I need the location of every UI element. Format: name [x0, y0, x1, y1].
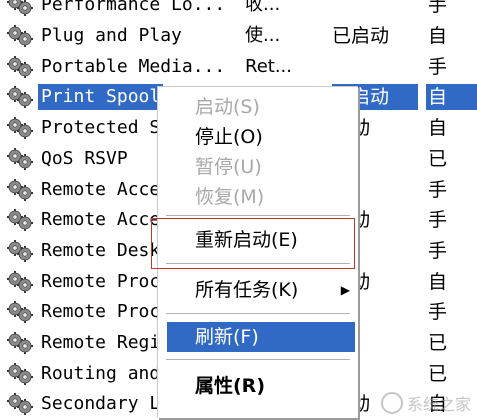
gear-icon — [6, 85, 34, 109]
service-startup-type: 已 — [428, 332, 448, 355]
service-name: QoS RSVP — [41, 147, 128, 169]
menu-item-properties[interactable]: 属性(R) — [158, 371, 358, 401]
gear-icon — [6, 147, 34, 171]
watermark-text: 系统之家 — [406, 395, 471, 414]
service-name: Remote Proc — [41, 301, 161, 323]
service-description: 收... — [245, 0, 281, 16]
menu-item-start[interactable]: 启动(S) — [158, 92, 358, 122]
gear-icon — [6, 208, 34, 232]
service-startup-type: 自 — [428, 117, 448, 140]
gear-icon — [6, 362, 34, 386]
service-name: Plug and Play — [41, 25, 182, 47]
context-menu: 启动(S) 停止(O) 暂停(U) 恢复(M) 重新启动(E) 所有任务(K) … — [157, 86, 358, 418]
service-name: Routing and — [41, 362, 161, 384]
watermark-logo-icon — [380, 392, 403, 414]
service-status: 已启动 — [332, 25, 390, 48]
menu-separator — [166, 313, 350, 314]
service-startup-type: 手 — [428, 209, 448, 232]
menu-item-pause[interactable]: 暂停(U) — [158, 152, 358, 182]
service-startup-type: 手 — [428, 55, 448, 78]
gear-icon — [6, 331, 34, 355]
service-startup-type: 手 — [428, 301, 448, 324]
service-description: 使... — [245, 25, 281, 47]
service-name: Portable Media... — [41, 55, 226, 77]
service-row[interactable]: Plug and Play 使... 已启动 自 — [0, 21, 477, 52]
gear-icon — [6, 116, 34, 140]
service-startup-type: 自 — [428, 270, 448, 293]
menu-item-restart[interactable]: 重新启动(E) — [158, 225, 358, 255]
gear-icon — [6, 270, 34, 294]
menu-item-all-tasks[interactable]: 所有任务(K) ▶ — [158, 275, 358, 305]
service-status — [332, 54, 418, 80]
service-name: Print Spool — [38, 84, 164, 111]
menu-item-refresh[interactable]: 刷新(F) — [167, 322, 355, 352]
menu-separator — [166, 359, 350, 360]
service-name: Remote Regi — [41, 332, 161, 354]
gear-icon — [6, 300, 34, 324]
service-startup-type: 手 — [428, 0, 448, 17]
service-startup-type: 已 — [428, 362, 448, 385]
gear-icon — [6, 0, 34, 17]
gear-icon — [6, 55, 34, 79]
service-startup-type: 已 — [428, 147, 448, 170]
service-name: Remote Acce — [41, 209, 161, 231]
service-row[interactable]: Performance Lo... 收... 手 — [0, 0, 477, 21]
service-startup-type: 自 — [428, 25, 448, 48]
menu-item-resume[interactable]: 恢复(M) — [158, 182, 358, 212]
service-row[interactable]: Portable Media... Ret... 手 — [0, 51, 477, 82]
service-description: Ret... — [245, 55, 292, 77]
service-name: Protected S — [41, 117, 161, 139]
service-name: Secondary L — [41, 393, 161, 415]
menu-separator — [166, 263, 350, 264]
service-startup-type: 手 — [428, 239, 448, 262]
gear-icon — [6, 24, 34, 48]
menu-item-all-tasks-label: 所有任务(K) — [195, 279, 299, 301]
service-name: Remote Desk — [41, 239, 161, 261]
gear-icon — [6, 178, 34, 202]
gear-icon — [6, 239, 34, 263]
watermark: 系统之家 — [380, 391, 471, 415]
menu-item-stop[interactable]: 停止(O) — [158, 122, 358, 152]
service-startup-type: 自 — [426, 84, 477, 111]
triangle-right-icon: ▶ — [340, 283, 350, 297]
service-name: Remote Proc — [41, 270, 161, 292]
service-status — [332, 0, 418, 18]
menu-separator — [166, 215, 350, 216]
gear-icon — [6, 392, 34, 416]
service-name: Performance Lo... — [41, 0, 226, 16]
service-startup-type: 手 — [428, 178, 448, 201]
service-name: Remote Acce — [41, 178, 161, 200]
